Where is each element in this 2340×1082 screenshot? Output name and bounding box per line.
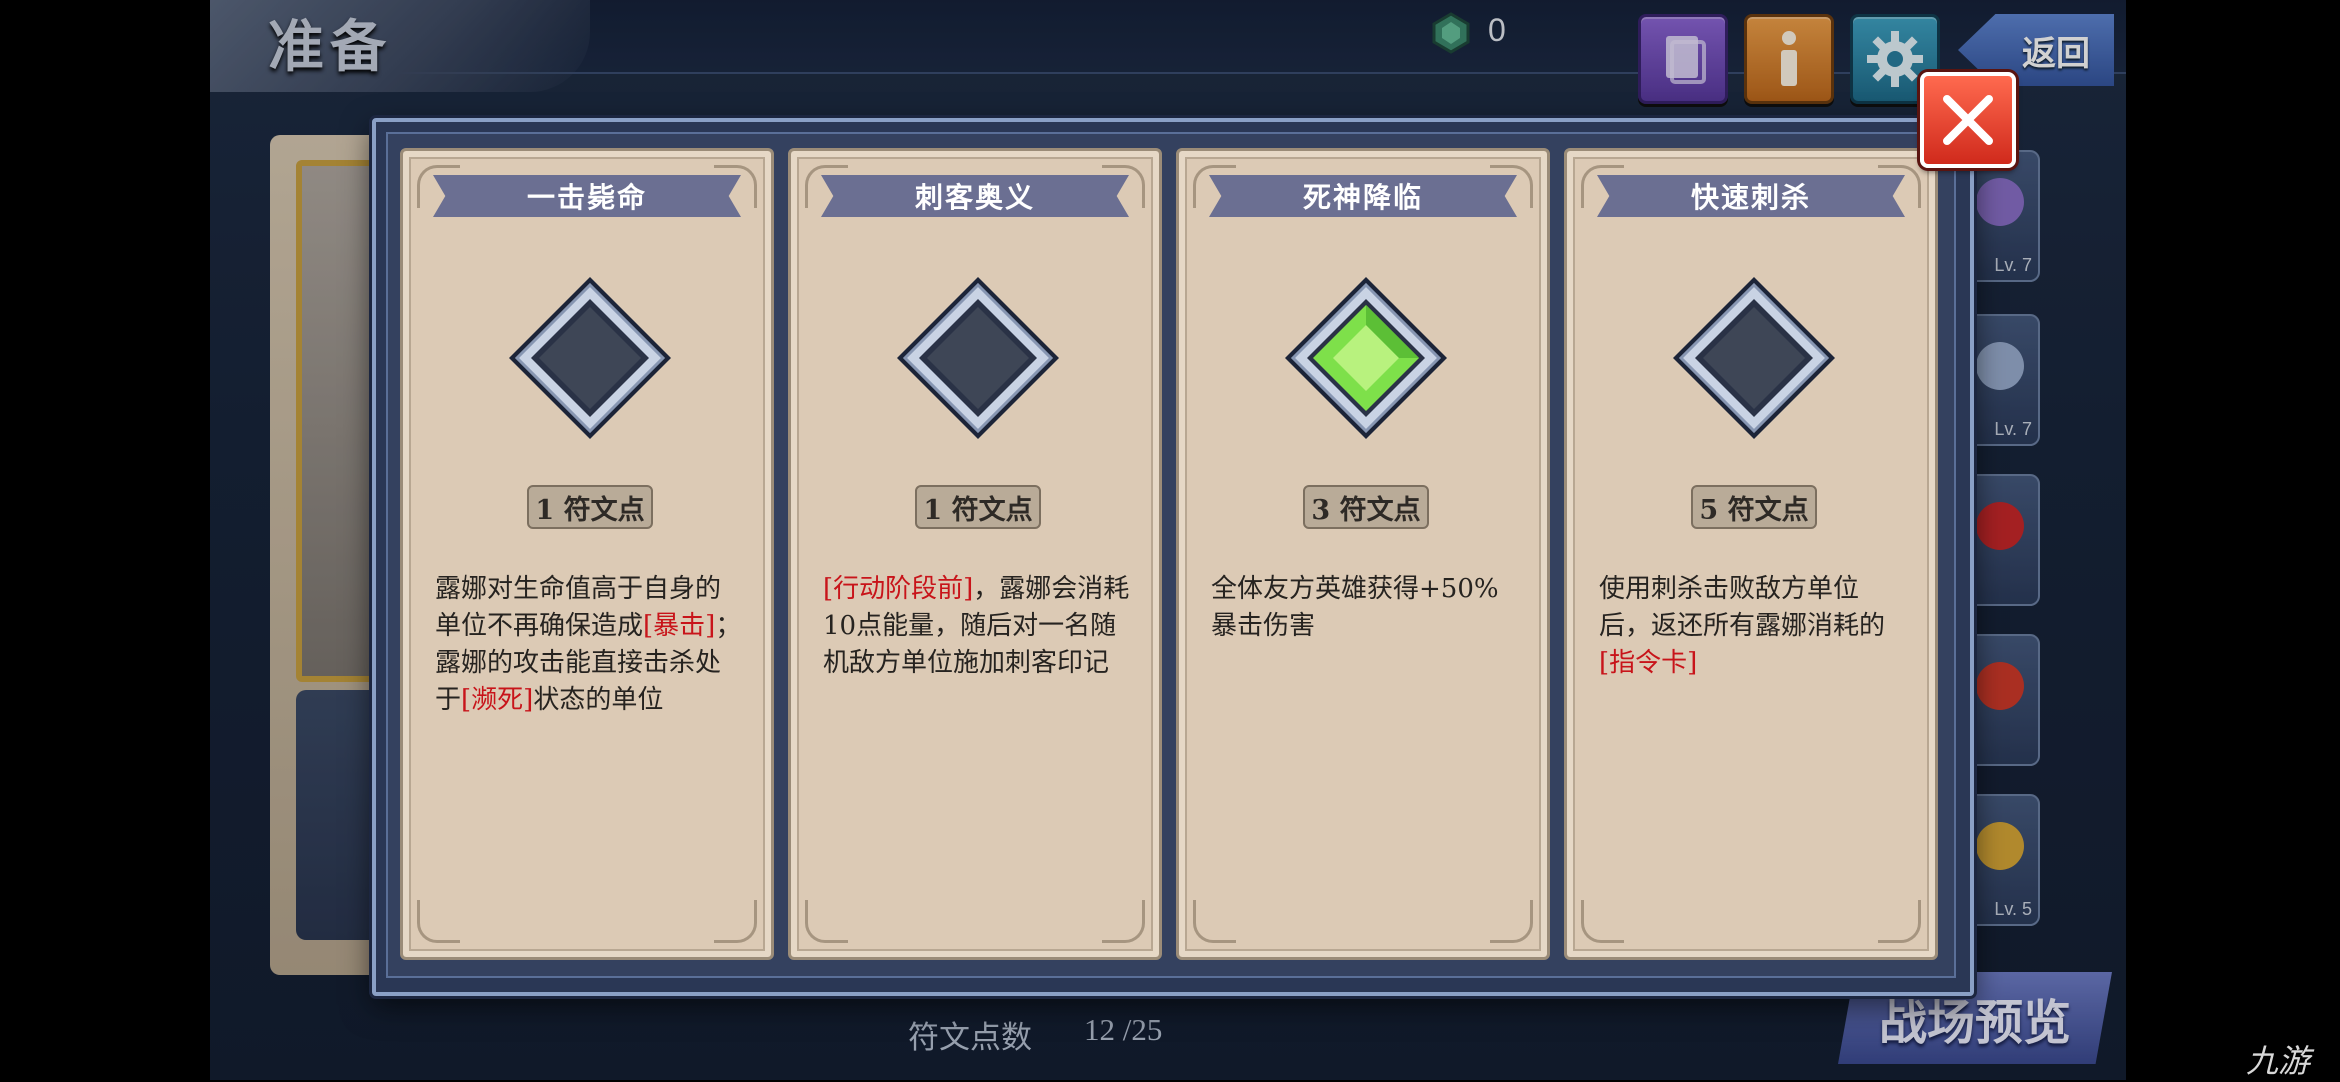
rune-gem-slot[interactable]	[1669, 273, 1839, 443]
rune-description: 露娜对生命值高于自身的单位不再确保造成[暴击]；露娜的攻击能直接击杀处于[濒死]…	[435, 571, 745, 719]
keyword-highlight: [指令卡]	[1599, 648, 1698, 678]
card-ornament	[1193, 900, 1236, 943]
rune-card[interactable]: 一击毙命 1 符文点 露娜对生命值高于自身的单位不再确保造成[暴击]；露娜的攻击…	[400, 148, 774, 960]
rune-cost: 3 符文点	[1303, 485, 1429, 529]
card-ornament	[1102, 900, 1145, 943]
keyword-highlight: [濒死]	[461, 685, 534, 715]
rune-title-banner: 死神降临	[1209, 175, 1517, 217]
description-text: 全体友方英雄获得+50%暴击伤害	[1211, 574, 1499, 641]
rune-title: 快速刺杀	[1690, 181, 1811, 214]
description-text: 状态的单位	[533, 685, 664, 715]
rune-cost: 1 符文点	[527, 485, 653, 529]
rune-card[interactable]: 死神降临 3 符文点 全体友方英雄获得+50%暴击伤害	[1176, 148, 1550, 960]
close-icon	[1943, 95, 1993, 145]
watermark: 九游	[2246, 1043, 2311, 1079]
rune-card[interactable]: 快速刺杀 5 符文点 使用刺杀击败敌方单位后，返还所有露娜消耗的 [指令卡]	[1564, 148, 1938, 960]
card-ornament	[714, 900, 757, 943]
rune-gem-slot[interactable]	[1281, 273, 1451, 443]
description-text: 使用刺杀击败敌方单位后，返还所有露娜消耗的	[1599, 574, 1886, 641]
rune-cost: 1 符文点	[915, 485, 1041, 529]
rune-title-banner: 刺客奥义	[821, 175, 1129, 217]
card-ornament	[1878, 900, 1921, 943]
rune-card[interactable]: 刺客奥义 1 符文点 [行动阶段前]，露娜会消耗10点能量，随后对一名随机敌方单…	[788, 148, 1162, 960]
rune-gem-slot[interactable]	[505, 273, 675, 443]
active-rune-gem-icon	[1285, 277, 1447, 439]
card-ornament	[1490, 900, 1533, 943]
rune-title: 刺客奥义	[914, 181, 1035, 214]
empty-rune-gem-icon	[897, 277, 1059, 439]
card-ornament	[1581, 900, 1624, 943]
empty-rune-gem-icon	[1673, 277, 1835, 439]
keyword-highlight: [暴击]	[643, 611, 716, 641]
rune-title-banner: 快速刺杀	[1597, 175, 1905, 217]
rune-title: 死神降临	[1302, 181, 1423, 214]
empty-rune-gem-icon	[509, 277, 671, 439]
rune-description: [行动阶段前]，露娜会消耗10点能量，随后对一名随机敌方单位施加刺客印记	[823, 571, 1133, 682]
rune-cost: 5 符文点	[1691, 485, 1817, 529]
rune-description: 全体友方英雄获得+50%暴击伤害	[1211, 571, 1521, 645]
rune-title: 一击毙命	[526, 181, 647, 214]
rune-description: 使用刺杀击败敌方单位后，返还所有露娜消耗的 [指令卡]	[1599, 571, 1909, 682]
close-button[interactable]	[1920, 72, 2016, 168]
keyword-highlight: [行动阶段前]	[823, 574, 974, 604]
rune-gem-slot[interactable]	[893, 273, 1063, 443]
card-ornament	[805, 900, 848, 943]
rune-title-banner: 一击毙命	[433, 175, 741, 217]
card-ornament	[417, 900, 460, 943]
